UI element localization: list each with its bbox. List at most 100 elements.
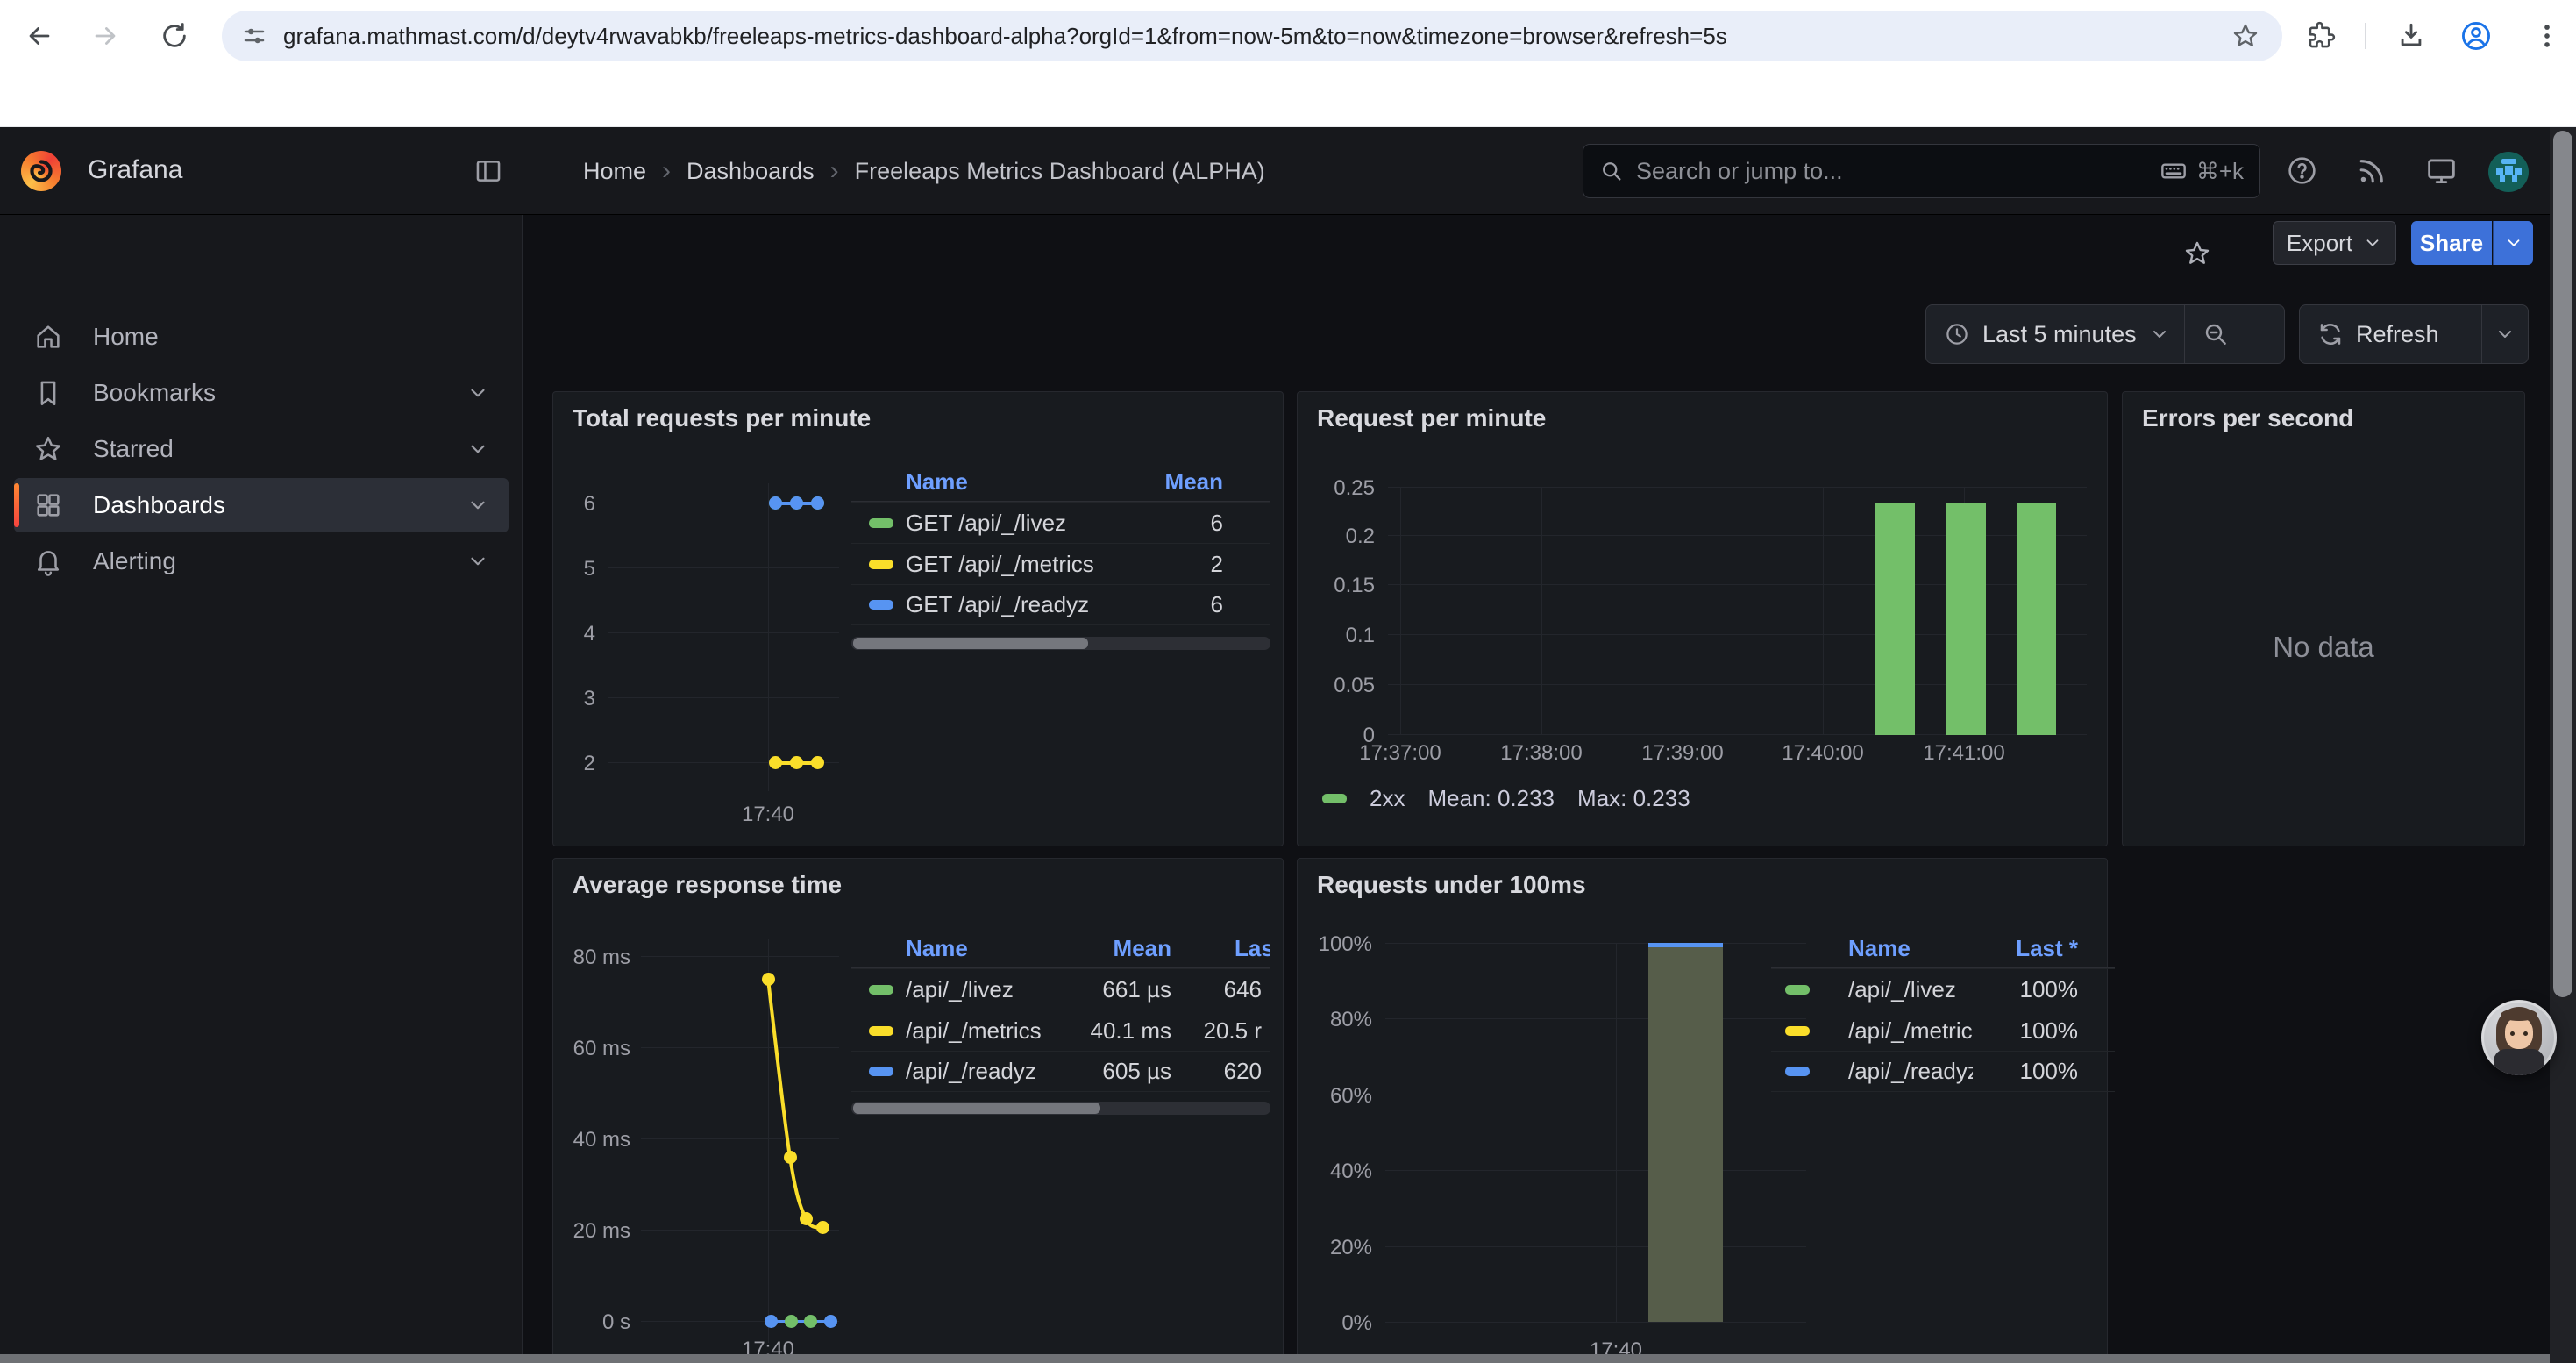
series-mean: 605 µs [1066,1058,1171,1085]
share-button[interactable]: Share [2411,221,2492,265]
horizontal-scrollbar[interactable] [0,1354,2550,1363]
column-header-name[interactable]: Name [1848,935,1973,962]
gridline [641,956,839,957]
assistant-avatar[interactable] [2481,1000,2557,1075]
y-tick: 80% [1298,1008,1372,1032]
breadcrumb-home[interactable]: Home [583,158,646,185]
help-icon[interactable] [2286,154,2318,187]
avatar-body [2494,1049,2544,1075]
series-name[interactable]: /api/_/livez [906,976,1066,1003]
data-point [790,496,803,510]
panel-title[interactable]: Total requests per minute [573,404,871,432]
panel-title[interactable]: Request per minute [1317,404,1546,432]
sidebar-item-starred[interactable]: Starred [14,422,509,476]
column-header-last[interactable]: Last * [1973,935,2115,962]
series-name[interactable]: GET /api/_/livez [906,510,1118,537]
table-scrollbar[interactable] [851,637,1270,650]
column-header-last[interactable]: Las [1171,935,1270,962]
zoom-out-icon[interactable] [2202,320,2230,348]
chevron-down-icon[interactable] [466,438,489,460]
gridline [1400,487,1401,734]
table-scrollbar[interactable] [851,1102,1270,1115]
gridline [1388,487,2087,488]
bar [1946,503,1986,735]
profile-icon[interactable] [2459,19,2493,53]
series-name[interactable]: GET /api/_/readyz [906,591,1118,618]
time-range-group: Last 5 minutes [1925,304,2285,364]
sidebar-item-home[interactable]: Home [14,310,509,364]
mega-menu-toggle-icon[interactable] [473,156,503,186]
reload-icon[interactable] [160,21,189,51]
legend-header: Name Mean [851,463,1270,502]
panel-requests-under-100ms[interactable]: Requests under 100ms 100% 80% 60% 40% 20… [1297,858,2108,1363]
grafana-logo[interactable] [21,151,61,191]
gridline [1823,487,1824,734]
chevron-down-icon[interactable] [466,494,489,517]
panel-total-requests-per-minute[interactable]: Total requests per minute 6 5 4 3 2 17:4… [552,391,1284,846]
share-menu-button[interactable] [2493,221,2533,265]
sidebar-item-alerting[interactable]: Alerting [14,534,509,589]
bookmark-star-icon[interactable] [2231,22,2259,50]
favorite-star-icon[interactable] [2183,239,2211,268]
forward-icon[interactable] [90,21,120,51]
time-range-label[interactable]: Last 5 minutes [1982,321,2137,348]
chevron-down-icon[interactable] [2494,324,2516,345]
series-name[interactable]: /api/_/metrics [1848,1017,1973,1045]
series-name[interactable]: GET /api/_/metrics [906,551,1118,578]
url-input[interactable] [283,23,2209,50]
y-tick: 80 ms [553,946,630,970]
extensions-icon[interactable] [2306,21,2336,51]
sidebar-item-label: Alerting [93,547,176,575]
column-header-name[interactable]: Name [906,935,1066,962]
panel-title[interactable]: Errors per second [2142,404,2353,432]
news-rss-icon[interactable] [2356,154,2388,187]
series-color-swatch [869,518,893,528]
panel-title[interactable]: Average response time [573,871,842,899]
column-header-mean[interactable]: Mean [1118,468,1223,496]
panel-title[interactable]: Requests under 100ms [1317,871,1586,899]
back-icon[interactable] [25,21,54,51]
site-settings-icon[interactable] [241,23,267,49]
user-avatar[interactable] [2488,152,2529,192]
search-input-container[interactable]: ⌘+k [1583,144,2260,198]
clock-icon [1944,321,1970,347]
panel-average-response-time[interactable]: Average response time 80 ms 60 ms 40 ms … [552,858,1284,1363]
bar [1648,943,1723,1322]
page-scrollbar-thumb[interactable] [2553,131,2572,997]
y-tick: 0.05 [1298,674,1375,698]
series-name[interactable]: /api/_/metrics [906,1017,1066,1045]
table-row: /api/_/livez 100% [1771,968,2115,1010]
breadcrumb: Home › Dashboards › Freeleaps Metrics Da… [583,127,1265,215]
avatar-fringe [2501,1009,2537,1021]
panel-request-per-minute[interactable]: Request per minute 0.25 0.2 0.15 0.1 0.0… [1297,391,2108,846]
home-icon [33,322,63,352]
sidebar-item-dashboards[interactable]: Dashboards [14,478,509,532]
refresh-icon[interactable] [2317,321,2344,347]
breadcrumb-dashboards[interactable]: Dashboards [687,158,815,185]
series-mean: 661 µs [1066,976,1171,1003]
column-header-mean[interactable]: Mean [1066,935,1171,962]
series-name[interactable]: /api/_/readyz [1848,1058,1973,1085]
panel-errors-per-second[interactable]: Errors per second No data [2122,391,2525,846]
page-scrollbar-track[interactable] [2550,127,2576,1363]
monitor-icon[interactable] [2425,154,2458,187]
sidebar-item-bookmarks[interactable]: Bookmarks [14,366,509,420]
refresh-label[interactable]: Refresh [2356,321,2439,348]
export-button[interactable]: Export [2273,221,2396,265]
y-tick: 0.25 [1298,476,1375,501]
browser-toolbar [0,0,2576,72]
chevron-down-icon[interactable] [466,550,489,573]
chevron-down-icon[interactable] [2149,324,2170,345]
download-icon[interactable] [2396,21,2426,51]
legend-series-name[interactable]: 2xx [1370,785,1405,812]
avatar-face [2505,1017,2533,1049]
column-header-name[interactable]: Name [906,468,1118,496]
chevron-down-icon[interactable] [466,382,489,404]
series-last: 100% [1973,1058,2115,1085]
search-input[interactable] [1636,158,2147,185]
browser-menu-icon[interactable] [2532,21,2562,51]
grafana-app: Grafana Home › Dashboards › Freeleaps Me… [0,127,2576,1363]
series-name[interactable]: /api/_/livez [1848,976,1973,1003]
gridline [1616,943,1617,1322]
series-name[interactable]: /api/_/readyz [906,1058,1066,1085]
